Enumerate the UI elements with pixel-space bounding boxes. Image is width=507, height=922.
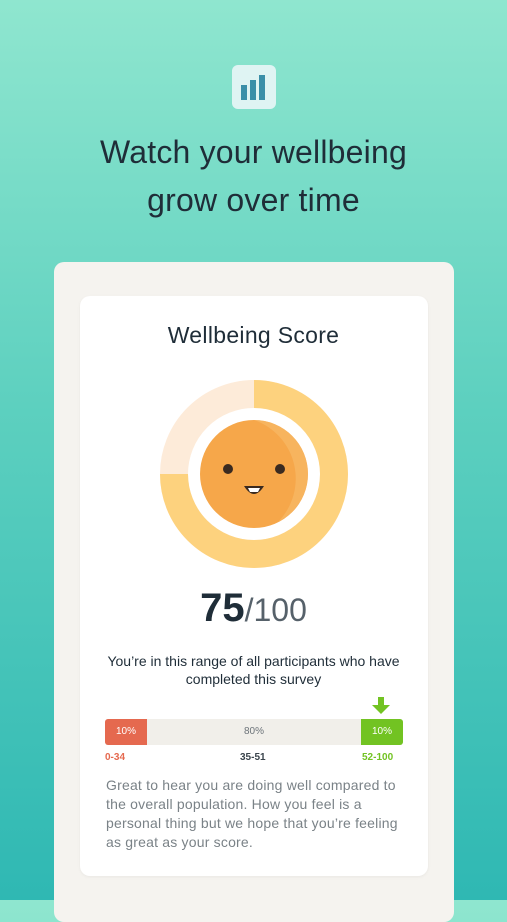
app-logo-icon bbox=[232, 65, 276, 109]
segment-high: 10% bbox=[361, 719, 403, 745]
smiley-face-icon bbox=[200, 420, 308, 528]
segment-mid: 80% bbox=[147, 719, 361, 745]
range-description: You’re in this range of all participants… bbox=[107, 653, 400, 687]
card-title: Wellbeing Score bbox=[167, 322, 340, 348]
headline-line-2: grow over time bbox=[147, 182, 360, 218]
range-label-mid: 35-51 bbox=[240, 752, 266, 763]
score-gauge bbox=[160, 380, 348, 568]
down-arrow-icon bbox=[372, 697, 390, 714]
segment-low: 10% bbox=[105, 719, 147, 745]
score-max: /100 bbox=[244, 592, 307, 628]
bar-chart-icon bbox=[241, 75, 265, 100]
feedback-message: Great to hear you are doing well compare… bbox=[106, 777, 398, 850]
score-readout: 75/100 bbox=[0, 586, 507, 631]
range-label-low: 0-34 bbox=[105, 752, 126, 763]
range-label-high: 52-100 bbox=[362, 752, 394, 763]
distribution-bar: 10% 80% 10% bbox=[105, 719, 403, 745]
headline-line-1: Watch your wellbeing bbox=[100, 134, 407, 170]
headline: Watch your wellbeing grow over time bbox=[0, 128, 507, 224]
score-value: 75 bbox=[200, 586, 245, 630]
